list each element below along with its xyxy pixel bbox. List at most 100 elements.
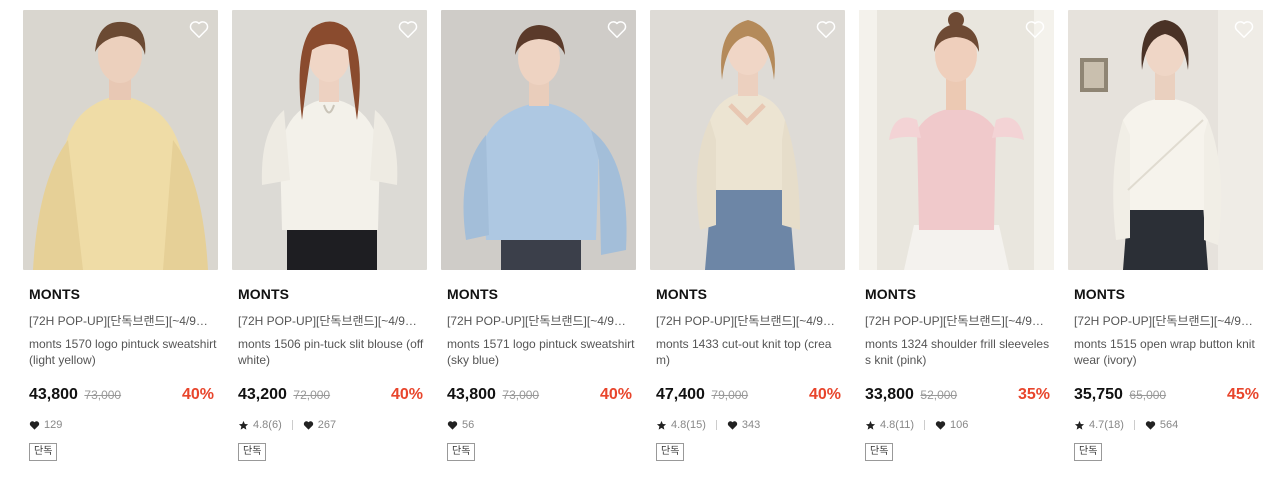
brand-name[interactable]: MONTS — [238, 286, 289, 302]
original-price: 73,000 — [84, 388, 122, 402]
promo-label: [72H POP-UP][단독브랜드][~4/9까지] — [865, 314, 1051, 328]
brand-name[interactable]: MONTS — [656, 286, 707, 302]
product-image[interactable] — [23, 10, 218, 270]
product-meta: 4.8(11) 106 — [865, 419, 968, 431]
like-count: 267 — [317, 419, 337, 431]
sale-price: 35,750 65,000 — [1074, 386, 1166, 404]
product-meta: 129 — [29, 419, 62, 431]
wishlist-heart-icon[interactable] — [188, 18, 210, 40]
product-card[interactable]: MONTS [72H POP-UP][단독브랜드][~4/9까지] monts … — [23, 10, 218, 480]
divider — [715, 420, 717, 430]
discount-rate: 40% — [808, 386, 841, 403]
exclusive-badge: 단독 — [1074, 443, 1103, 461]
product-meta: 4.8(15) 343 — [656, 419, 760, 431]
rating: 4.8(6) — [253, 419, 282, 431]
original-price: 65,000 — [1129, 388, 1167, 402]
like-count: 56 — [462, 419, 475, 431]
rating: 4.8(15) — [671, 419, 706, 431]
exclusive-badge: 단독 — [238, 443, 267, 461]
product-name[interactable]: monts 1570 logo pintuck sweatshirt (ligh… — [29, 336, 217, 368]
divider — [1133, 420, 1135, 430]
original-price: 79,000 — [711, 388, 749, 402]
discount-rate: 40% — [181, 386, 214, 403]
product-grid: MONTS [72H POP-UP][단독브랜드][~4/9까지] monts … — [0, 0, 1276, 485]
rating: 4.8(11) — [880, 419, 915, 431]
promo-label: [72H POP-UP][단독브랜드][~4/9까지] — [238, 314, 424, 328]
brand-name[interactable]: MONTS — [865, 286, 916, 302]
discount-rate: 40% — [599, 386, 632, 403]
heart-icon — [727, 420, 738, 430]
divider — [924, 420, 926, 430]
star-icon — [865, 420, 876, 430]
sale-price: 43,800 73,000 — [29, 386, 121, 404]
product-image[interactable] — [650, 10, 845, 270]
wishlist-heart-icon[interactable] — [606, 18, 628, 40]
sale-price-value: 43,200 — [238, 386, 287, 403]
wishlist-heart-icon[interactable] — [397, 18, 419, 40]
model-photo — [1068, 10, 1263, 270]
product-image[interactable] — [232, 10, 427, 270]
sale-price: 43,800 73,000 — [447, 386, 539, 404]
exclusive-badge: 단독 — [656, 443, 685, 461]
model-photo — [441, 10, 636, 270]
product-meta: 56 — [447, 419, 474, 431]
sale-price-value: 43,800 — [447, 386, 496, 403]
discount-rate: 40% — [390, 386, 423, 403]
wishlist-heart-icon[interactable] — [1233, 18, 1255, 40]
model-photo — [23, 10, 218, 270]
sale-price-value: 35,750 — [1074, 386, 1123, 403]
exclusive-badge: 단독 — [447, 443, 476, 461]
star-icon — [656, 420, 667, 430]
star-icon — [1074, 420, 1085, 430]
model-photo — [650, 10, 845, 270]
product-card[interactable]: MONTS [72H POP-UP][단독브랜드][~4/9까지] monts … — [1068, 10, 1263, 480]
exclusive-badge: 단독 — [29, 443, 58, 461]
like-count: 564 — [1159, 419, 1179, 431]
product-name[interactable]: monts 1571 logo pintuck sweatshirt (sky … — [447, 336, 635, 368]
original-price: 73,000 — [502, 388, 540, 402]
model-photo — [232, 10, 427, 270]
promo-label: [72H POP-UP][단독브랜드][~4/9까지] — [29, 314, 215, 328]
brand-name[interactable]: MONTS — [447, 286, 498, 302]
brand-name[interactable]: MONTS — [1074, 286, 1125, 302]
heart-icon — [447, 420, 458, 430]
like-count: 343 — [741, 419, 761, 431]
sale-price: 33,800 52,000 — [865, 386, 957, 404]
sale-price-value: 33,800 — [865, 386, 914, 403]
rating: 4.7(18) — [1089, 419, 1124, 431]
wishlist-heart-icon[interactable] — [815, 18, 837, 40]
promo-label: [72H POP-UP][단독브랜드][~4/9까지] — [447, 314, 633, 328]
discount-rate: 35% — [1017, 386, 1050, 403]
product-name[interactable]: monts 1324 shoulder frill sleeveless kni… — [865, 336, 1053, 368]
exclusive-badge: 단독 — [865, 443, 894, 461]
heart-icon — [935, 420, 946, 430]
like-count: 106 — [950, 419, 969, 431]
product-image[interactable] — [859, 10, 1054, 270]
sale-price-value: 43,800 — [29, 386, 78, 403]
product-card[interactable]: MONTS [72H POP-UP][단독브랜드][~4/9까지] monts … — [232, 10, 427, 480]
product-image[interactable] — [1068, 10, 1263, 270]
model-photo — [859, 10, 1054, 270]
brand-name[interactable]: MONTS — [29, 286, 80, 302]
promo-label: [72H POP-UP][단독브랜드][~4/9까지] — [656, 314, 842, 328]
star-icon — [238, 420, 249, 430]
product-meta: 4.8(6) 267 — [238, 419, 336, 431]
product-name[interactable]: monts 1433 cut-out knit top (cream) — [656, 336, 844, 368]
product-name[interactable]: monts 1506 pin-tuck slit blouse (off whi… — [238, 336, 426, 368]
product-card[interactable]: MONTS [72H POP-UP][단독브랜드][~4/9까지] monts … — [441, 10, 636, 480]
divider — [291, 420, 293, 430]
sale-price-value: 47,400 — [656, 386, 705, 403]
product-card[interactable]: MONTS [72H POP-UP][단독브랜드][~4/9까지] monts … — [859, 10, 1054, 480]
promo-label: [72H POP-UP][단독브랜드][~4/9까지] — [1074, 314, 1260, 328]
heart-icon — [303, 420, 313, 430]
like-count: 129 — [44, 419, 63, 431]
discount-rate: 45% — [1226, 386, 1259, 403]
product-name[interactable]: monts 1515 open wrap button knitwear (iv… — [1074, 336, 1262, 368]
product-image[interactable] — [441, 10, 636, 270]
product-card[interactable]: MONTS [72H POP-UP][단독브랜드][~4/9까지] monts … — [650, 10, 845, 480]
sale-price: 47,400 79,000 — [656, 386, 748, 404]
heart-icon — [29, 420, 40, 430]
wishlist-heart-icon[interactable] — [1024, 18, 1046, 40]
original-price: 72,000 — [293, 388, 331, 402]
sale-price: 43,200 72,000 — [238, 386, 330, 404]
